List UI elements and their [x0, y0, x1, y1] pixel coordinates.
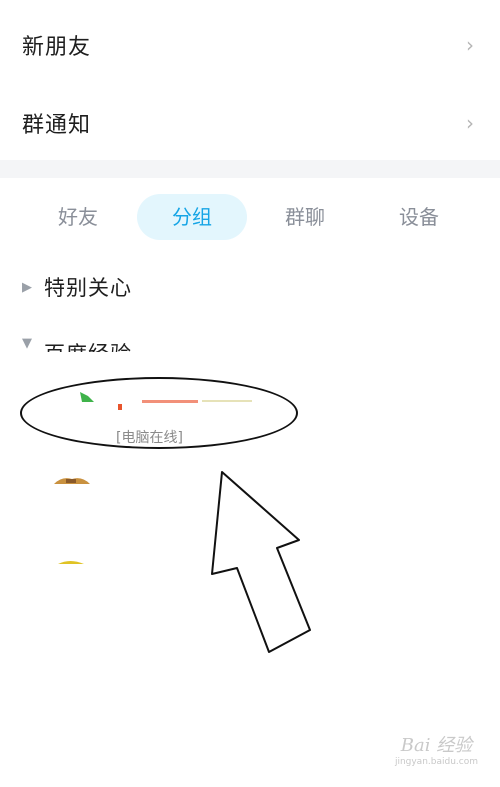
tab-group-chats[interactable]: 群聊: [250, 194, 360, 240]
triangle-down-icon: ▼: [22, 336, 32, 351]
tab-friends[interactable]: 好友: [23, 194, 133, 240]
chevron-right-icon: ›: [466, 111, 474, 135]
group-notice-row[interactable]: 群通知 ›: [0, 84, 500, 162]
watermark: Bai 经验 jingyan.baidu.com: [395, 731, 478, 767]
watermark-logo: Bai 经验: [400, 735, 473, 756]
group-name: 百度经验: [44, 338, 132, 352]
contacts-tab-bar: 好友 分组 群聊 设备: [0, 194, 500, 240]
new-friends-label: 新朋友: [22, 35, 92, 60]
section-divider: [0, 160, 500, 178]
group-notice-label: 群通知: [22, 113, 92, 138]
annotation-arrow: [211, 471, 311, 653]
avatar: [58, 561, 84, 564]
annotation-ellipse: [20, 377, 298, 449]
avatar: [54, 478, 90, 484]
new-friends-row[interactable]: 新朋友 ›: [0, 6, 500, 84]
tab-devices[interactable]: 设备: [364, 194, 474, 240]
chevron-right-icon: ›: [466, 33, 474, 57]
watermark-url: jingyan.baidu.com: [394, 757, 478, 767]
tab-groups[interactable]: 分组: [137, 194, 247, 240]
group-name: 特别关心: [44, 276, 132, 300]
triangle-right-icon: ▶: [22, 279, 32, 295]
group-special-care[interactable]: ▶ 特别关心: [22, 272, 132, 302]
group-baidu-jingyan[interactable]: ▼ 百度经验: [22, 336, 132, 352]
